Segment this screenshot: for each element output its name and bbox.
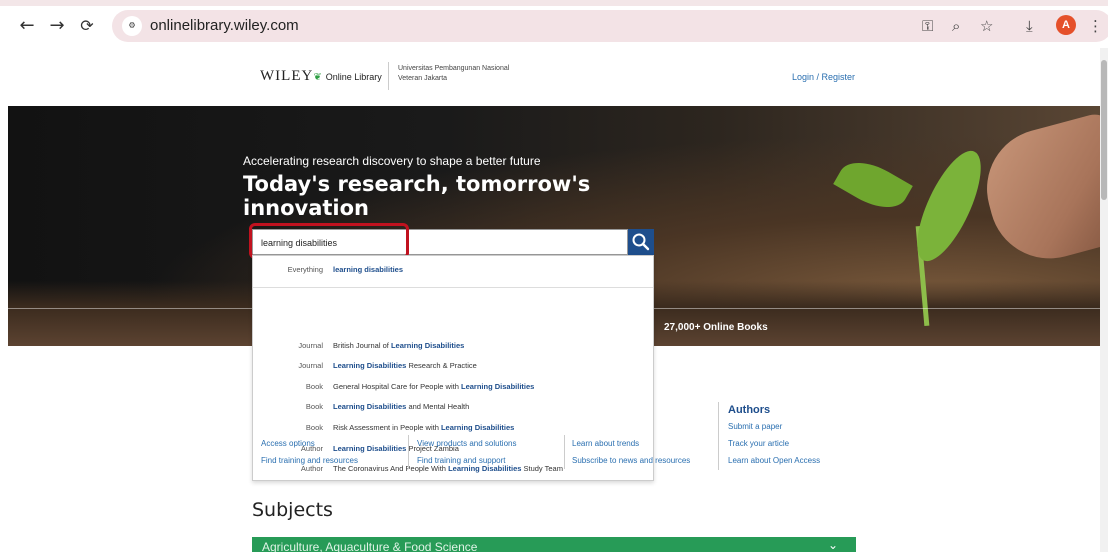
chevron-down-icon: ⌄ xyxy=(828,538,839,552)
suggestion-match: learning disabilities xyxy=(333,265,404,274)
link-open-access[interactable]: Learn about Open Access xyxy=(728,456,820,465)
suggestion-match: Learning Disabilities xyxy=(390,341,465,350)
suggestion-text: British Journal of Learning Disabilities xyxy=(333,341,465,350)
profile-avatar[interactable]: A xyxy=(1056,15,1076,35)
url-text[interactable]: onlinelibrary.wiley.com xyxy=(150,17,299,34)
scrollbar-thumb[interactable] xyxy=(1101,60,1107,200)
suggestion-text: Learning Disabilities and Mental Health xyxy=(333,402,470,411)
suggestion-match: Learning Disabilities xyxy=(333,444,407,453)
link-subscribe-news[interactable]: Subscribe to news and resources xyxy=(572,456,690,465)
authors-heading: Authors xyxy=(728,404,771,416)
search-button[interactable] xyxy=(628,229,654,255)
subject-label: Agriculture, Aquaculture & Food Science xyxy=(262,540,478,552)
back-arrow-icon[interactable]: ← xyxy=(18,17,36,35)
suggestion-text: General Hospital Care for People with Le… xyxy=(333,382,535,391)
column-divider xyxy=(408,435,409,469)
link-learn-trends[interactable]: Learn about trends xyxy=(572,439,639,448)
header-divider xyxy=(388,62,389,90)
password-key-icon[interactable]: ⚿ xyxy=(922,17,933,35)
suggestion-item[interactable]: Book Learning Disabilities and Mental Hea… xyxy=(253,398,653,416)
link-find-training-resources[interactable]: Find training and resources xyxy=(261,456,358,465)
institution-line1: Universitas Pembangunan Nasional xyxy=(398,65,510,72)
online-books-link[interactable]: 27,000+ Online Books xyxy=(664,322,768,333)
logo-main: WILEY xyxy=(260,68,314,84)
zoom-icon[interactable]: ⌕ xyxy=(952,17,960,35)
suggestion-match: Learning Disabilities xyxy=(333,402,407,411)
forward-arrow-icon[interactable]: → xyxy=(48,17,66,35)
suggestion-item[interactable]: Journal British Journal of Learning Disab… xyxy=(253,337,653,355)
suggestion-type: Book xyxy=(305,423,323,432)
suggestion-type: Journal xyxy=(298,341,323,350)
institution-line2: Veteran Jakarta xyxy=(398,75,448,82)
hero-headline: Today's research, tomorrow's innovation xyxy=(243,172,591,220)
site-header: WILEY❦ Online Library Universitas Pembang… xyxy=(0,48,1100,104)
browser-toolbar: ← → ⟳ ⚙ onlinelibrary.wiley.com ⚿ ⌕ ☆ ⤓ … xyxy=(0,0,1108,48)
column-divider xyxy=(564,435,565,469)
site-info-icon[interactable]: ⚙ xyxy=(122,16,142,36)
page-content: WILEY❦ Online Library Universitas Pembang… xyxy=(0,48,1100,552)
column-divider xyxy=(718,402,719,470)
suggestion-match: Learning Disabilities xyxy=(333,361,407,370)
suggestion-divider xyxy=(253,287,653,288)
download-icon[interactable]: ⤓ xyxy=(1026,17,1033,35)
hero-tagline: Accelerating research discovery to shape… xyxy=(243,154,541,168)
link-find-training-support[interactable]: Find training and support xyxy=(417,456,506,465)
reload-icon[interactable]: ⟳ xyxy=(78,17,96,35)
suggestion-item[interactable]: Book General Hospital Care for People wit… xyxy=(253,378,653,396)
suggestion-item[interactable]: Book Risk Assessment in People with Learn… xyxy=(253,419,653,437)
link-view-products[interactable]: View products and solutions xyxy=(417,439,516,448)
link-submit-paper[interactable]: Submit a paper xyxy=(728,422,782,431)
logo-sub: Online Library xyxy=(325,72,382,82)
subject-accordion-agriculture[interactable]: Agriculture, Aquaculture & Food Science … xyxy=(252,537,856,552)
menu-kebab-icon[interactable]: ⋮ xyxy=(1088,17,1103,35)
suggestion-match: Learning Disabilities xyxy=(448,464,522,473)
subjects-heading: Subjects xyxy=(252,499,333,521)
suggestion-match: Learning Disabilities xyxy=(440,423,515,432)
login-register-link[interactable]: Login / Register xyxy=(792,72,855,82)
suggestion-text: learning disabilities xyxy=(333,261,403,279)
suggestion-match: Learning Disabilities xyxy=(460,382,535,391)
hand-image xyxy=(973,110,1100,272)
suggestion-item[interactable]: Journal Learning Disabilities Research & … xyxy=(253,357,653,375)
bookmark-star-icon[interactable]: ☆ xyxy=(980,17,993,35)
search-highlight-annotation xyxy=(249,223,409,259)
suggestion-text: Risk Assessment in People with Learning … xyxy=(333,423,515,432)
suggestion-type: Journal xyxy=(298,361,323,370)
tab-strip xyxy=(0,0,1108,6)
suggestion-item[interactable]: Everything learning disabilities xyxy=(253,261,653,279)
suggestion-type: Book xyxy=(305,402,323,411)
search-icon xyxy=(632,233,650,251)
wiley-logo[interactable]: WILEY❦ Online Library xyxy=(260,68,382,85)
sprout-leaf xyxy=(833,151,913,219)
suggestion-type: Everything xyxy=(287,265,323,274)
link-access-options[interactable]: Access options xyxy=(261,439,315,448)
leaf-icon: ❦ xyxy=(313,72,323,83)
sprout-leaf xyxy=(904,142,994,270)
institution-name: Universitas Pembangunan Nasional Veteran… xyxy=(398,64,509,84)
suggestion-type: Book xyxy=(305,382,323,391)
suggestion-text: Learning Disabilities Research & Practic… xyxy=(333,361,477,370)
link-track-article[interactable]: Track your article xyxy=(728,439,789,448)
